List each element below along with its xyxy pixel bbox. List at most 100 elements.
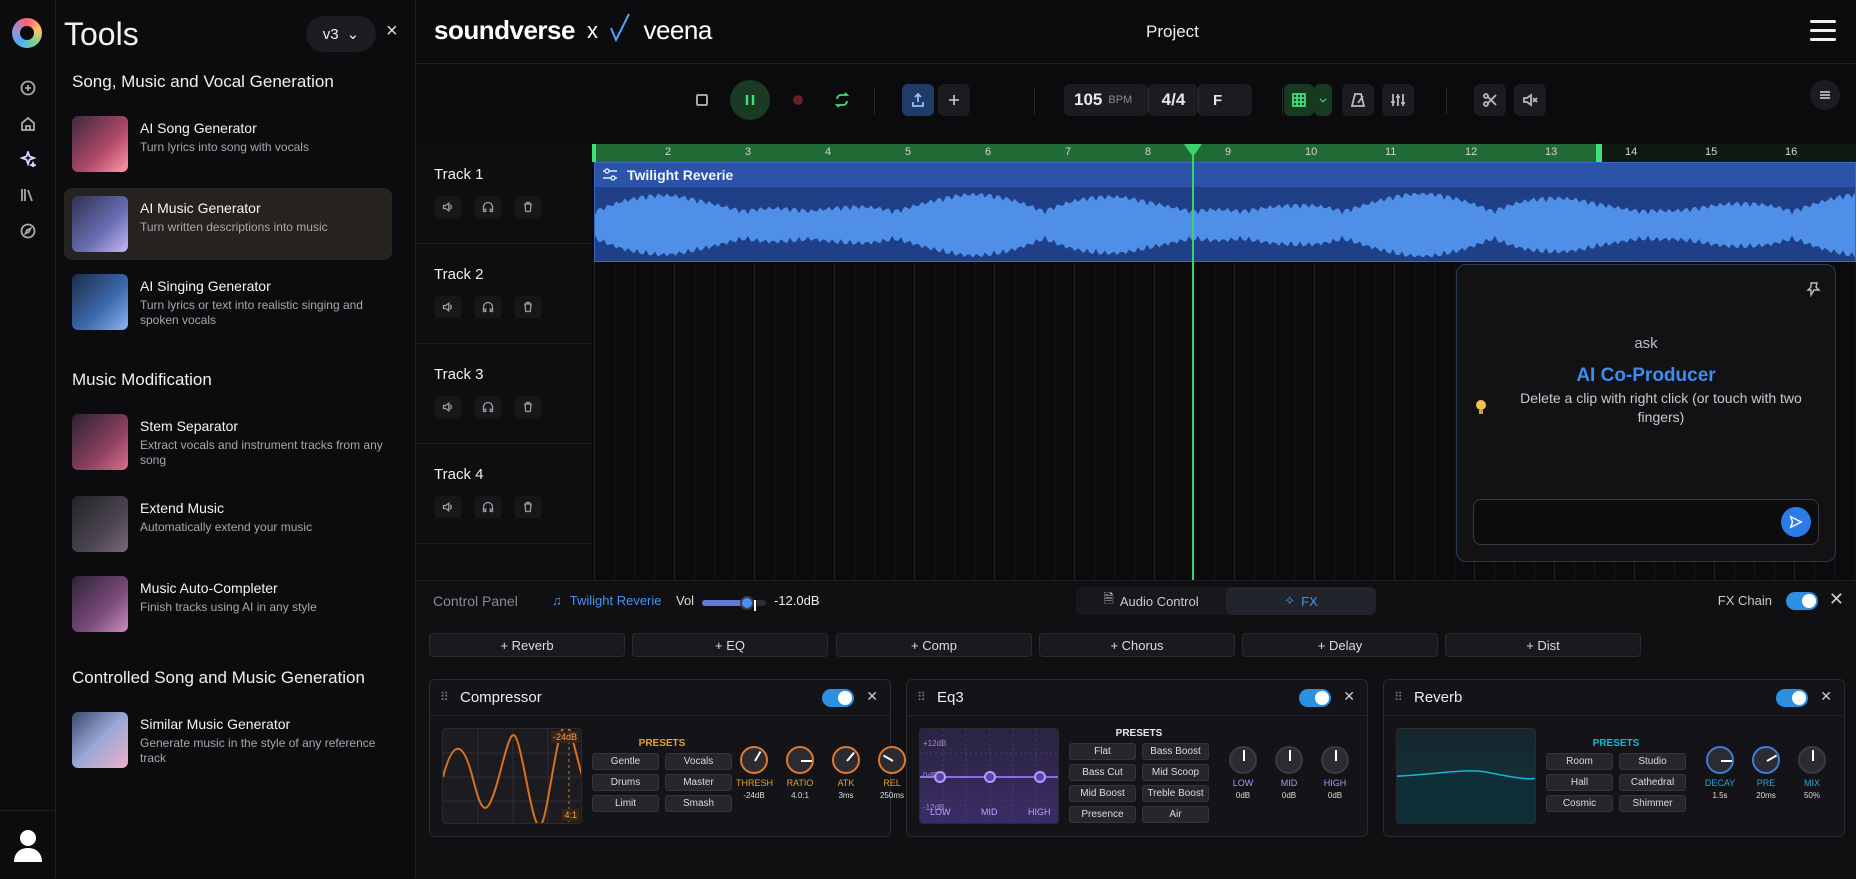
- volume-knob[interactable]: [739, 596, 754, 610]
- bpm-field[interactable]: 105 BPM: [1064, 84, 1148, 116]
- volume-slider[interactable]: [702, 596, 766, 610]
- thresh-knob[interactable]: [740, 746, 768, 774]
- speaker-icon[interactable]: [434, 396, 462, 418]
- track-header[interactable]: Track 2: [416, 244, 592, 344]
- preset-button[interactable]: Studio: [1619, 753, 1686, 770]
- audio-clip[interactable]: Twilight Reverie: [594, 162, 1856, 262]
- mixer-icon[interactable]: [1382, 84, 1414, 116]
- track-header[interactable]: Track 3: [416, 344, 592, 444]
- key-field[interactable]: F: [1198, 84, 1252, 116]
- atk-knob[interactable]: [832, 746, 860, 774]
- scissors-icon[interactable]: [1474, 84, 1506, 116]
- co-producer-input[interactable]: [1473, 499, 1819, 545]
- add-reverb-button[interactable]: + Reverb: [429, 633, 625, 657]
- preset-button[interactable]: Cathedral: [1619, 774, 1686, 791]
- rel-knob[interactable]: [878, 746, 906, 774]
- trash-icon[interactable]: [514, 296, 542, 318]
- record-button[interactable]: [782, 84, 814, 116]
- fx-enable-toggle[interactable]: [822, 689, 854, 707]
- headphones-icon[interactable]: [474, 196, 502, 218]
- tab-fx[interactable]: ✧ FX: [1226, 587, 1376, 615]
- add-eq-button[interactable]: + EQ: [632, 633, 828, 657]
- tool-extend-music[interactable]: Extend Music Automatically extend your m…: [64, 488, 392, 560]
- sparkle-tools-icon[interactable]: [14, 145, 42, 173]
- trash-icon[interactable]: [514, 496, 542, 518]
- speaker-icon[interactable]: [434, 296, 462, 318]
- headphones-icon[interactable]: [474, 396, 502, 418]
- preset-button[interactable]: Mid Scoop: [1142, 764, 1209, 781]
- close-control-panel-button[interactable]: ✕: [1829, 589, 1844, 610]
- preset-button[interactable]: Smash: [665, 795, 732, 812]
- sliders-icon[interactable]: [601, 167, 619, 183]
- home-icon[interactable]: [14, 110, 42, 138]
- tool-ai-song-generator[interactable]: AI Song Generator Turn lyrics into song …: [64, 108, 392, 180]
- project-title[interactable]: Project: [1146, 22, 1199, 42]
- send-button[interactable]: [1781, 507, 1811, 537]
- preset-button[interactable]: Master: [665, 774, 732, 791]
- add-dist-button[interactable]: + Dist: [1445, 633, 1641, 657]
- mute-icon[interactable]: [1514, 84, 1546, 116]
- stop-button[interactable]: [686, 84, 718, 116]
- library-icon[interactable]: [14, 181, 42, 209]
- tool-ai-singing-generator[interactable]: AI Singing Generator Turn lyrics or text…: [64, 266, 392, 348]
- trash-icon[interactable]: [514, 396, 542, 418]
- headphones-icon[interactable]: [474, 296, 502, 318]
- drag-handle-icon[interactable]: ⠿: [917, 690, 926, 704]
- menu-icon[interactable]: [1810, 20, 1836, 47]
- grid-snap-button[interactable]: [1284, 84, 1314, 116]
- track-header[interactable]: Track 1: [416, 144, 592, 244]
- preset-button[interactable]: Bass Boost: [1142, 743, 1209, 760]
- loop-button[interactable]: [826, 84, 858, 116]
- preset-button[interactable]: Shimmer: [1619, 795, 1686, 812]
- preset-button[interactable]: Gentle: [592, 753, 659, 770]
- close-tools-button[interactable]: ×: [386, 20, 398, 43]
- fx-enable-toggle[interactable]: [1776, 689, 1808, 707]
- chevron-down-icon[interactable]: [1314, 84, 1332, 116]
- trash-icon[interactable]: [514, 196, 542, 218]
- fx-header[interactable]: ⠿ Eq3 ✕: [907, 680, 1367, 716]
- user-avatar-icon[interactable]: [12, 828, 44, 862]
- headphones-icon[interactable]: [474, 496, 502, 518]
- export-button[interactable]: [902, 84, 934, 116]
- tool-similar-music-generator[interactable]: Similar Music Generator Generate music i…: [64, 704, 392, 784]
- decay-knob[interactable]: [1706, 746, 1734, 774]
- preset-button[interactable]: Hall: [1546, 774, 1613, 791]
- preset-button[interactable]: Mid Boost: [1069, 785, 1136, 802]
- pause-button[interactable]: [730, 80, 770, 120]
- list-menu-icon[interactable]: [1810, 80, 1840, 110]
- clip-header[interactable]: Twilight Reverie: [595, 163, 1855, 187]
- fx-header[interactable]: ⠿ Compressor ✕: [430, 680, 890, 716]
- low-knob[interactable]: [1229, 746, 1257, 774]
- pin-icon[interactable]: [1805, 281, 1821, 298]
- preset-button[interactable]: Flat: [1069, 743, 1136, 760]
- high-knob[interactable]: [1321, 746, 1349, 774]
- playhead-handle[interactable]: [1184, 144, 1202, 157]
- preset-button[interactable]: Room: [1546, 753, 1613, 770]
- add-track-button[interactable]: [938, 84, 970, 116]
- add-delay-button[interactable]: + Delay: [1242, 633, 1438, 657]
- ratio-knob[interactable]: [786, 746, 814, 774]
- speaker-icon[interactable]: [434, 496, 462, 518]
- track-header[interactable]: Track 4: [416, 444, 592, 544]
- fx-enable-toggle[interactable]: [1299, 689, 1331, 707]
- fx-chain-toggle[interactable]: [1786, 592, 1818, 610]
- remove-fx-button[interactable]: ✕: [866, 688, 878, 705]
- preset-button[interactable]: Cosmic: [1546, 795, 1613, 812]
- preset-button[interactable]: Drums: [592, 774, 659, 791]
- eq-visualizer[interactable]: +12dB 0dB -12dB LOW MID HIGH: [919, 728, 1059, 824]
- drag-handle-icon[interactable]: ⠿: [1394, 690, 1403, 704]
- remove-fx-button[interactable]: ✕: [1343, 688, 1355, 705]
- preset-button[interactable]: Bass Cut: [1069, 764, 1136, 781]
- metronome-icon[interactable]: [1342, 84, 1374, 116]
- compass-icon[interactable]: [14, 217, 42, 245]
- preset-button[interactable]: Presence: [1069, 806, 1136, 823]
- version-select[interactable]: v3 ⌄: [306, 16, 376, 52]
- loop-end-marker[interactable]: [1596, 144, 1602, 162]
- timeline-ruler[interactable]: 2 3 4 5 6 7 8 9 10 11 12 13 14 15 16: [592, 144, 1856, 162]
- preset-button[interactable]: Treble Boost: [1142, 785, 1209, 802]
- add-comp-button[interactable]: + Comp: [836, 633, 1032, 657]
- add-icon[interactable]: [14, 74, 42, 102]
- preset-button[interactable]: Vocals: [665, 753, 732, 770]
- tool-ai-music-generator[interactable]: AI Music Generator Turn written descript…: [64, 188, 392, 260]
- remove-fx-button[interactable]: ✕: [1820, 688, 1832, 705]
